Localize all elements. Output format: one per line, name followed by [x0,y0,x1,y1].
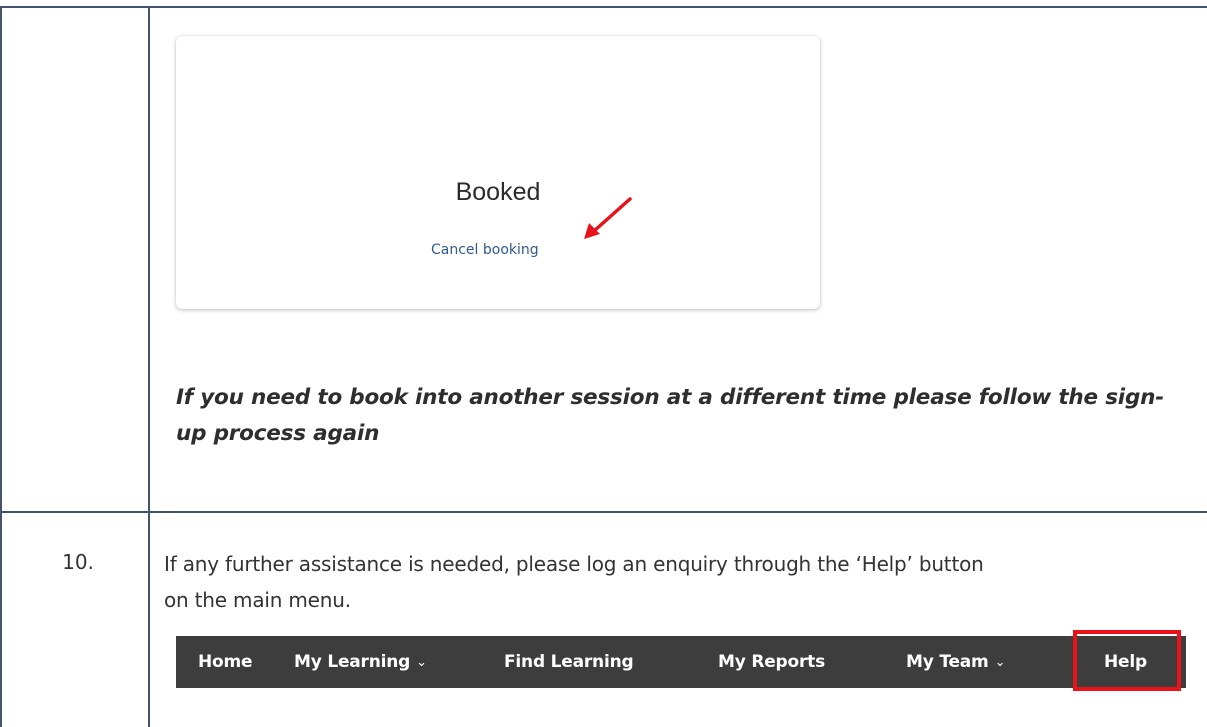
chevron-down-icon: ⌄ [416,655,427,670]
step-instruction-line1: If any further assistance is needed, ple… [164,552,984,576]
main-menu-bar: Home My Learning ⌄ Find Learning My Repor… [176,636,1186,688]
table-column-divider [148,6,150,727]
nav-find-learning-label: Find Learning [504,652,634,672]
step-instruction-line2: on the main menu. [164,588,351,612]
nav-home[interactable]: Home [198,636,253,688]
cancel-booking-link[interactable]: Cancel booking [431,242,539,258]
table-border-top [0,6,1207,8]
red-arrow-annotation-icon [584,197,632,239]
rebooking-note: If you need to book into another session… [176,380,1196,452]
booking-status-label: Booked [455,178,541,206]
nav-my-reports-label: My Reports [718,652,826,672]
nav-find-learning[interactable]: Find Learning [504,636,634,688]
nav-my-team[interactable]: My Team ⌄ [906,636,1005,688]
chevron-down-icon: ⌄ [994,655,1006,670]
help-highlight-box [1073,630,1181,691]
nav-home-label: Home [198,652,253,672]
booking-status-card: Booked [176,36,820,309]
nav-my-reports[interactable]: My Reports [718,636,825,688]
nav-my-team-label: My Team [906,652,989,672]
table-row-divider [0,511,1207,513]
table-border-left [0,6,2,727]
document-page: Booked Cancel booking If you need to boo… [0,0,1207,727]
rebooking-note-line1: If you need to book into another session… [176,385,1164,410]
rebooking-note-line2: up process again [176,421,380,446]
step-instruction: If any further assistance is needed, ple… [164,546,1204,618]
step-number: 10. [62,550,94,574]
nav-my-learning-label: My Learning [294,652,411,672]
nav-my-learning[interactable]: My Learning ⌄ [294,636,427,688]
